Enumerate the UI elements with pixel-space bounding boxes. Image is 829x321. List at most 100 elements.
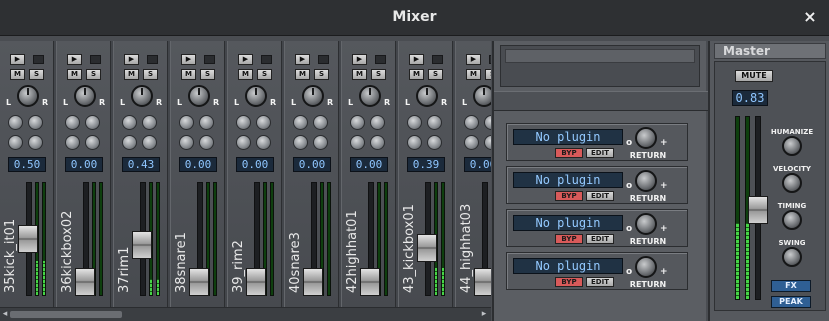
pan-knob[interactable]: [359, 85, 381, 107]
scrollbar-thumb[interactable]: [10, 311, 122, 318]
solo-button[interactable]: S: [200, 69, 215, 80]
play-button[interactable]: ▶: [409, 54, 424, 65]
play-button[interactable]: ▶: [181, 54, 196, 65]
play-button[interactable]: ▶: [124, 54, 139, 65]
channel-name[interactable]: 43_kickbox01: [401, 173, 419, 293]
pan-knob[interactable]: [74, 85, 96, 107]
edit-button[interactable]: EDIT: [586, 234, 614, 244]
fx-send-knob[interactable]: [464, 135, 479, 150]
fx-send-knob[interactable]: [236, 115, 251, 130]
fx-send-knob[interactable]: [65, 135, 80, 150]
fx-send-knob[interactable]: [370, 135, 385, 150]
fx-send-knob[interactable]: [484, 135, 491, 150]
play-button[interactable]: ▶: [238, 54, 253, 65]
fader-handle[interactable]: [18, 225, 38, 253]
bypass-button[interactable]: BYP: [555, 191, 583, 201]
fader-handle[interactable]: [132, 231, 152, 259]
return-knob[interactable]: [635, 170, 657, 192]
master-timing-knob[interactable]: [782, 210, 802, 230]
fx-send-knob[interactable]: [199, 135, 214, 150]
fx-send-knob[interactable]: [256, 115, 271, 130]
fader-handle[interactable]: [246, 268, 266, 296]
solo-button[interactable]: S: [314, 69, 329, 80]
mute-button[interactable]: M: [352, 69, 367, 80]
fader-handle[interactable]: [417, 234, 437, 262]
return-knob[interactable]: [635, 213, 657, 235]
fx-send-knob[interactable]: [350, 135, 365, 150]
pan-knob[interactable]: [17, 85, 39, 107]
fx-send-knob[interactable]: [236, 135, 251, 150]
pan-knob[interactable]: [473, 85, 491, 107]
solo-button[interactable]: S: [371, 69, 386, 80]
mute-button[interactable]: M: [238, 69, 253, 80]
scroll-left-icon[interactable]: ◂: [0, 309, 10, 320]
mute-button[interactable]: M: [409, 69, 424, 80]
solo-button[interactable]: S: [485, 69, 491, 80]
fx-send-knob[interactable]: [313, 115, 328, 130]
master-fader-handle[interactable]: [748, 196, 768, 224]
fx-send-knob[interactable]: [464, 115, 479, 130]
fx-send-knob[interactable]: [293, 135, 308, 150]
fader-handle[interactable]: [189, 268, 209, 296]
master-humanize-knob[interactable]: [782, 136, 802, 156]
fx-send-knob[interactable]: [142, 135, 157, 150]
solo-button[interactable]: S: [428, 69, 443, 80]
master-velocity-knob[interactable]: [782, 173, 802, 193]
mute-button[interactable]: M: [181, 69, 196, 80]
mute-button[interactable]: M: [124, 69, 139, 80]
return-knob[interactable]: [635, 256, 657, 278]
solo-button[interactable]: S: [29, 69, 44, 80]
bypass-button[interactable]: BYP: [555, 234, 583, 244]
bypass-button[interactable]: BYP: [555, 277, 583, 287]
fx-plugin-name[interactable]: No plugin: [513, 172, 623, 188]
fx-send-knob[interactable]: [370, 115, 385, 130]
return-knob[interactable]: [635, 127, 657, 149]
fx-send-knob[interactable]: [179, 115, 194, 130]
fx-plugin-name[interactable]: No plugin: [513, 258, 623, 274]
pan-knob[interactable]: [416, 85, 438, 107]
solo-button[interactable]: S: [143, 69, 158, 80]
fx-send-knob[interactable]: [313, 135, 328, 150]
fader-handle[interactable]: [303, 268, 323, 296]
mute-button[interactable]: M: [67, 69, 82, 80]
play-button[interactable]: ▶: [466, 54, 481, 65]
pan-knob[interactable]: [131, 85, 153, 107]
scroll-right-icon[interactable]: ▸: [479, 309, 489, 320]
fx-send-knob[interactable]: [122, 135, 137, 150]
fx-send-knob[interactable]: [427, 115, 442, 130]
play-button[interactable]: ▶: [67, 54, 82, 65]
close-icon[interactable]: ×: [803, 7, 817, 27]
fx-plugin-name[interactable]: No plugin: [513, 215, 623, 231]
fx-send-knob[interactable]: [427, 135, 442, 150]
master-peak-button[interactable]: PEAK: [771, 296, 811, 308]
mute-button[interactable]: M: [10, 69, 25, 80]
fx-send-knob[interactable]: [407, 115, 422, 130]
horizontal-scrollbar[interactable]: ◂ ▸: [0, 307, 491, 321]
edit-button[interactable]: EDIT: [586, 148, 614, 158]
fx-send-knob[interactable]: [142, 115, 157, 130]
fx-send-knob[interactable]: [199, 115, 214, 130]
fx-send-knob[interactable]: [8, 115, 23, 130]
pan-knob[interactable]: [188, 85, 210, 107]
play-button[interactable]: ▶: [352, 54, 367, 65]
master-mute-button[interactable]: MUTE: [735, 70, 773, 82]
fx-send-knob[interactable]: [85, 115, 100, 130]
fx-send-knob[interactable]: [407, 135, 422, 150]
fx-send-knob[interactable]: [85, 135, 100, 150]
play-button[interactable]: ▶: [10, 54, 25, 65]
pan-knob[interactable]: [245, 85, 267, 107]
fx-send-knob[interactable]: [350, 115, 365, 130]
pan-knob[interactable]: [302, 85, 324, 107]
fx-send-knob[interactable]: [8, 135, 23, 150]
fader-handle[interactable]: [75, 268, 95, 296]
fx-send-knob[interactable]: [293, 115, 308, 130]
mute-button[interactable]: M: [295, 69, 310, 80]
fader-handle[interactable]: [360, 268, 380, 296]
master-swing-knob[interactable]: [782, 247, 802, 267]
fx-send-knob[interactable]: [179, 135, 194, 150]
solo-button[interactable]: S: [86, 69, 101, 80]
fx-send-knob[interactable]: [256, 135, 271, 150]
master-fx-button[interactable]: FX: [771, 280, 811, 292]
bypass-button[interactable]: BYP: [555, 148, 583, 158]
fx-send-knob[interactable]: [122, 115, 137, 130]
